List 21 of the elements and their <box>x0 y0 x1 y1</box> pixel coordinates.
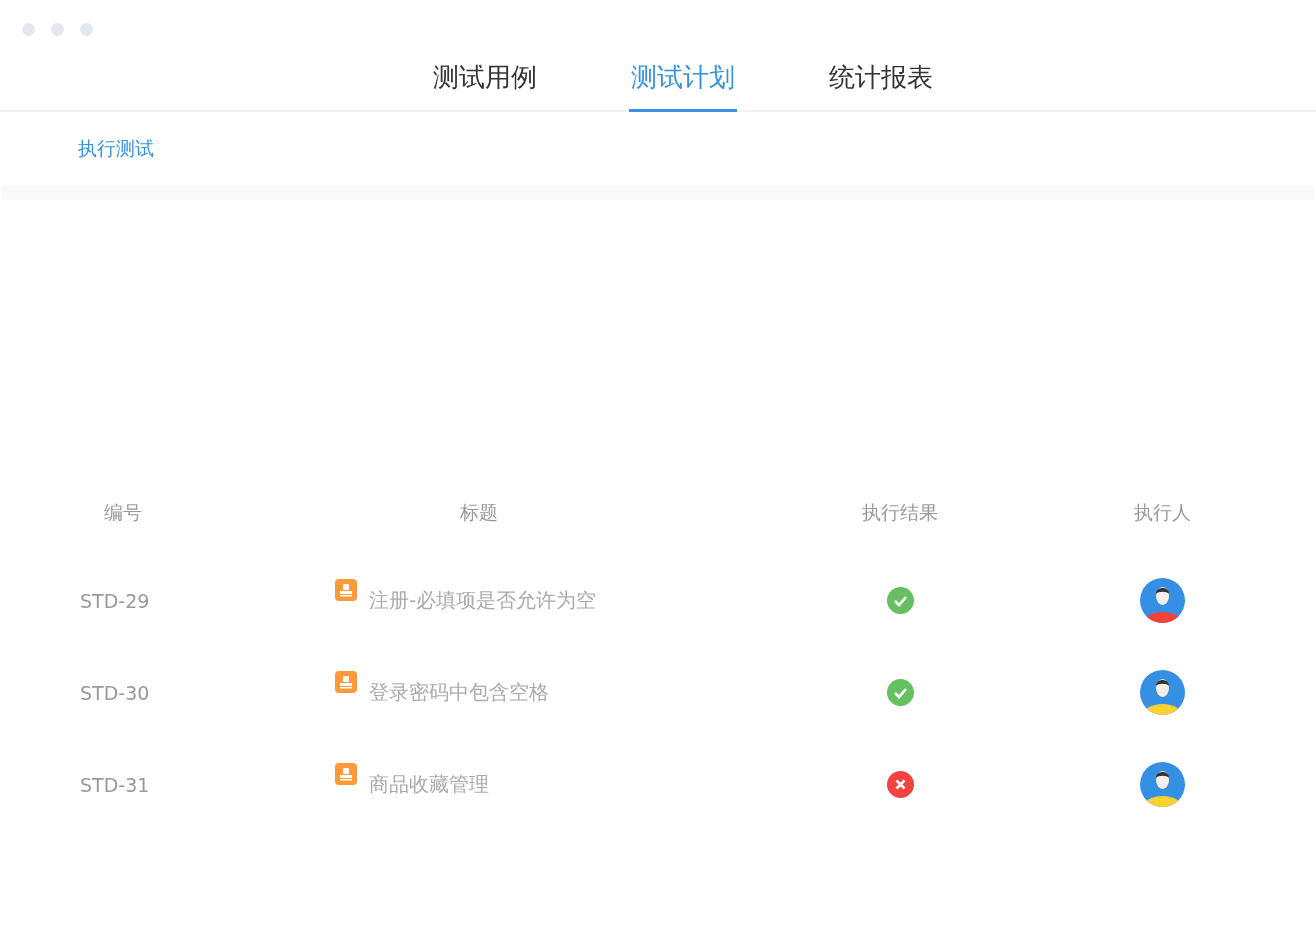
tab[interactable]: 测试用例 <box>431 54 539 112</box>
window-control-dot[interactable] <box>80 23 93 36</box>
test-case-icon <box>335 671 357 693</box>
avatar-icon <box>1139 578 1185 623</box>
case-id: STD-31 <box>79 773 150 796</box>
case-id: STD-29 <box>79 589 150 612</box>
case-title: 登录密码中包含空格 <box>369 679 549 706</box>
column-header: 编号 <box>102 500 143 525</box>
window-control-dot[interactable] <box>22 23 35 36</box>
column-header: 执行人 <box>1132 500 1192 525</box>
case-title: 注册-必填项是否允许为空 <box>369 587 597 614</box>
avatar-icon <box>1139 670 1185 715</box>
test-case-icon <box>335 579 357 601</box>
window-control-dot[interactable] <box>51 23 64 36</box>
tab[interactable]: 统计报表 <box>827 54 935 112</box>
column-header: 执行结果 <box>861 500 939 525</box>
case-id: STD-30 <box>79 681 150 704</box>
avatar-icon <box>1139 762 1185 807</box>
test-case-icon <box>335 763 357 785</box>
case-title: 商品收藏管理 <box>369 771 489 798</box>
column-header: 标题 <box>459 500 499 525</box>
